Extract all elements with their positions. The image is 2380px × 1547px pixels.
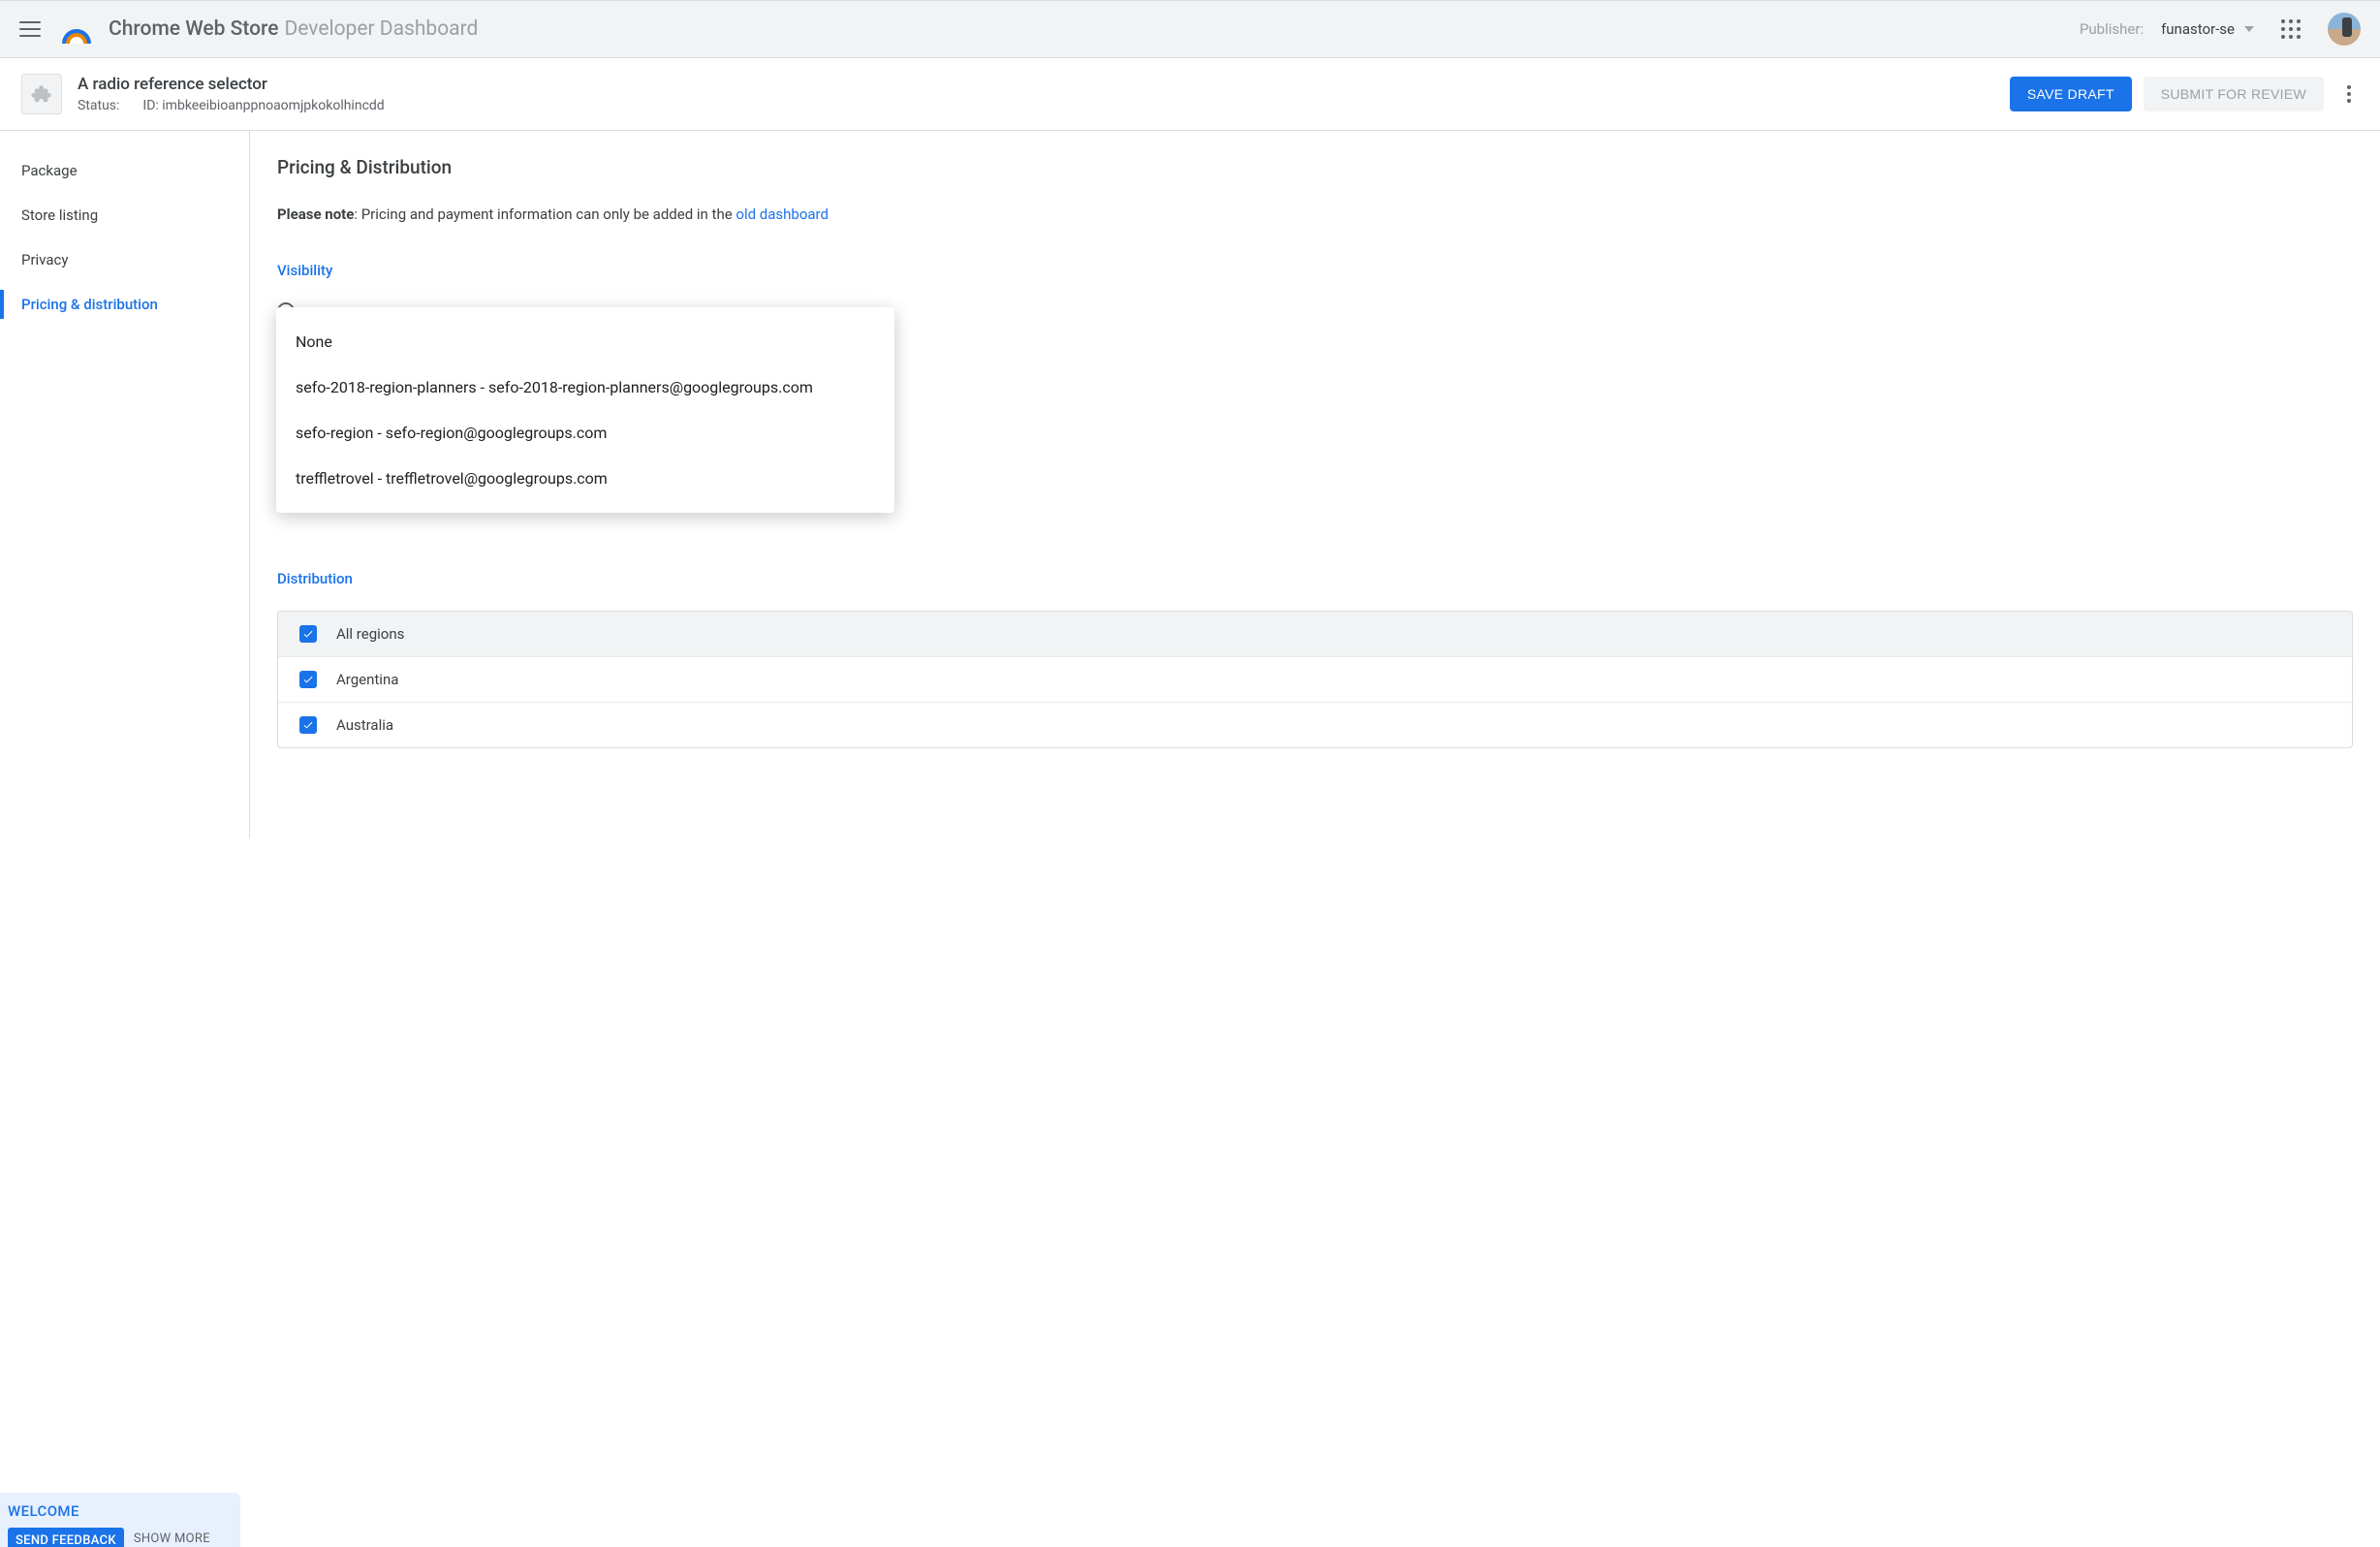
- top-header: Chrome Web Store Developer Dashboard Pub…: [0, 1, 2380, 58]
- region-label: All regions: [336, 625, 404, 643]
- distribution-table: All regions Argentina Australia: [277, 611, 2353, 748]
- hamburger-menu-icon[interactable]: [19, 21, 41, 37]
- main-content: Pricing & Distribution Please note: Pric…: [250, 131, 2380, 838]
- show-more-button[interactable]: SHOW MORE: [134, 1528, 210, 1547]
- distribution-section-label: Distribution: [277, 570, 2353, 587]
- region-checkbox[interactable]: [299, 716, 317, 734]
- extension-status-label: Status:: [78, 98, 119, 113]
- sidebar-item-privacy[interactable]: Privacy: [0, 237, 249, 282]
- old-dashboard-link[interactable]: old dashboard: [736, 205, 829, 223]
- publisher-value: funastor-se: [2161, 20, 2235, 38]
- user-avatar[interactable]: [2328, 13, 2361, 46]
- distribution-row-australia[interactable]: Australia: [278, 703, 2352, 747]
- send-feedback-button[interactable]: SEND FEEDBACK: [8, 1528, 124, 1547]
- dropdown-option-none[interactable]: None: [276, 319, 894, 364]
- save-draft-button[interactable]: SAVE DRAFT: [2010, 77, 2132, 111]
- publisher-label: Publisher:: [2080, 20, 2144, 38]
- pricing-note: Please note: Pricing and payment informa…: [277, 205, 2353, 223]
- group-select-dropdown: None sefo-2018-region-planners - sefo-20…: [276, 307, 894, 513]
- dropdown-option-treffletrovel[interactable]: treffletrovel - treffletrovel@googlegrou…: [276, 456, 894, 501]
- region-label: Australia: [336, 716, 393, 734]
- header-title-light: Developer Dashboard: [285, 17, 479, 41]
- publisher-select[interactable]: funastor-se: [2161, 20, 2254, 38]
- header-title-strong: Chrome Web Store: [109, 17, 279, 41]
- distribution-row-argentina[interactable]: Argentina: [278, 657, 2352, 703]
- sidebar-item-pricing-distribution[interactable]: Pricing & distribution: [0, 282, 249, 327]
- dropdown-option-sefo-2018[interactable]: sefo-2018-region-planners - sefo-2018-re…: [276, 364, 894, 410]
- visibility-section-label: Visibility: [277, 262, 2353, 279]
- google-apps-icon[interactable]: [2281, 19, 2301, 39]
- sidebar-item-store-listing[interactable]: Store listing: [0, 193, 249, 237]
- feedback-bar: WELCOME SEND FEEDBACK SHOW MORE: [0, 1493, 240, 1547]
- sidebar-nav: Package Store listing Privacy Pricing & …: [0, 131, 250, 838]
- chrome-webstore-logo-icon: [62, 15, 91, 44]
- page-title: Pricing & Distribution: [277, 156, 2353, 178]
- extension-subheader: A radio reference selector Status: ID: i…: [0, 58, 2380, 131]
- distribution-row-all[interactable]: All regions: [278, 612, 2352, 657]
- region-checkbox[interactable]: [299, 671, 317, 688]
- region-label: Argentina: [336, 671, 398, 688]
- extension-title: A radio reference selector: [78, 75, 2010, 94]
- more-options-icon[interactable]: [2339, 78, 2359, 110]
- caret-down-icon: [2244, 26, 2254, 32]
- submit-review-button[interactable]: SUBMIT FOR REVIEW: [2144, 77, 2324, 111]
- sidebar-item-package[interactable]: Package: [0, 148, 249, 193]
- dropdown-option-sefo-region[interactable]: sefo-region - sefo-region@googlegroups.c…: [276, 410, 894, 456]
- extension-placeholder-icon: [21, 74, 62, 114]
- welcome-label: WELCOME: [8, 1502, 233, 1520]
- extension-id: ID: imbkeeibioanppnoaomjpkokolhincdd: [142, 98, 384, 113]
- region-checkbox[interactable]: [299, 625, 317, 643]
